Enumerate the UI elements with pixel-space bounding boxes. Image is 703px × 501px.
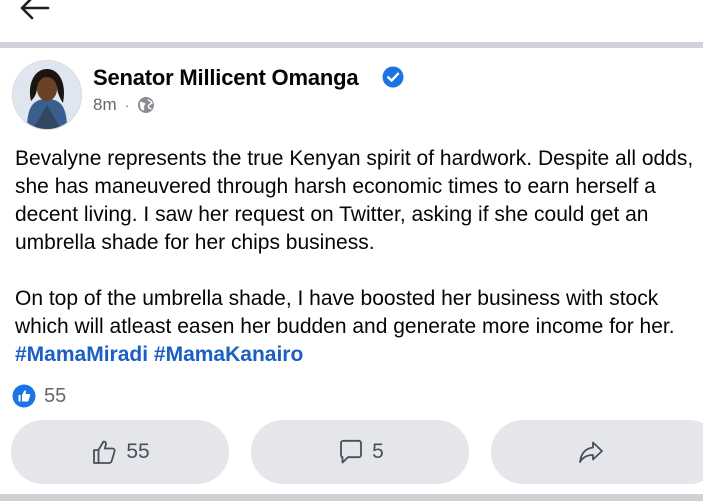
post-paragraph-2: On top of the umbrella shade, I have boo… bbox=[15, 285, 695, 369]
comment-button[interactable]: 5 bbox=[251, 420, 469, 484]
comment-icon bbox=[340, 439, 363, 464]
back-arrow-icon bbox=[20, 0, 50, 20]
post-paragraph-1: Bevalyne represents the true Kenyan spir… bbox=[15, 147, 694, 254]
post-paragraph-2-text: On top of the umbrella shade, I have boo… bbox=[15, 287, 675, 338]
globe-icon bbox=[138, 97, 155, 113]
top-bar bbox=[0, 0, 703, 42]
comment-count: 5 bbox=[372, 440, 384, 463]
back-button[interactable] bbox=[14, 0, 54, 26]
post-meta: 8m · bbox=[93, 94, 155, 116]
post-body: Bevalyne represents the true Kenyan spir… bbox=[15, 145, 695, 369]
meta-separator: · bbox=[124, 97, 130, 113]
like-reaction-icon bbox=[12, 384, 36, 408]
thumbs-up-icon bbox=[93, 440, 116, 464]
like-count: 55 bbox=[126, 440, 150, 463]
avatar-image bbox=[13, 61, 81, 129]
share-icon bbox=[579, 441, 603, 463]
post-time[interactable]: 8m bbox=[93, 95, 117, 115]
like-button[interactable]: 55 bbox=[11, 420, 229, 484]
verified-badge-icon bbox=[382, 66, 404, 88]
hashtag-link[interactable]: #MamaMiradi bbox=[15, 343, 148, 366]
share-button[interactable] bbox=[491, 420, 703, 484]
reaction-count: 55 bbox=[44, 384, 67, 407]
reactions-summary[interactable]: 55 bbox=[12, 384, 66, 408]
top-divider bbox=[0, 42, 703, 48]
author-name[interactable]: Senator Millicent Omanga bbox=[93, 65, 359, 91]
bottom-divider bbox=[0, 494, 703, 501]
avatar[interactable] bbox=[12, 60, 82, 130]
hashtag-link[interactable]: #MamaKanairo bbox=[154, 343, 303, 366]
